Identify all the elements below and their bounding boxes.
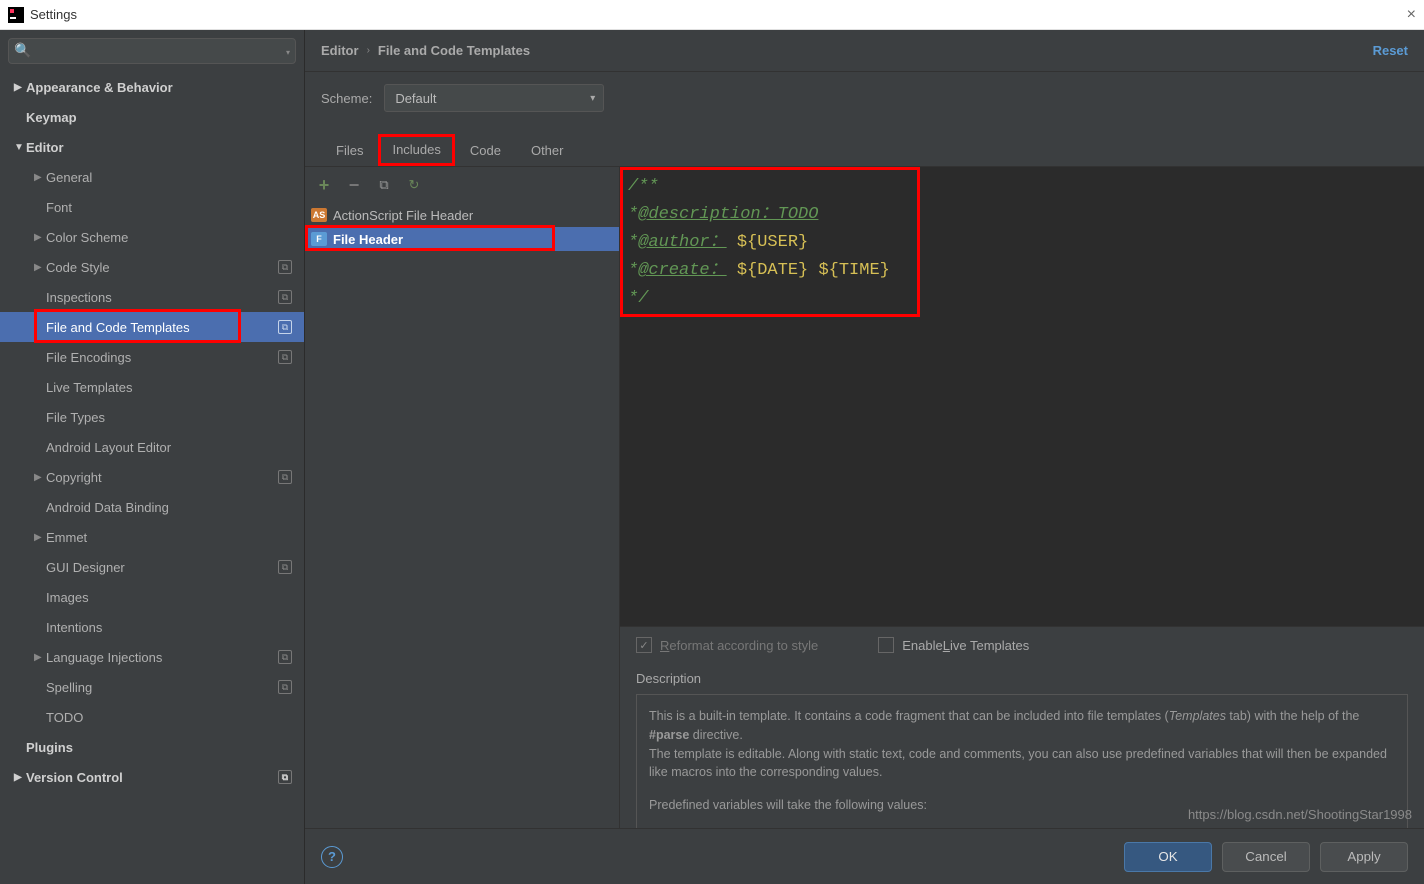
list-item-actionscript[interactable]: AS ActionScript File Header bbox=[305, 203, 619, 227]
breadcrumb-current: File and Code Templates bbox=[378, 43, 530, 58]
list-toolbar: + − ⧉ ↻ bbox=[305, 167, 619, 203]
tree-keymap[interactable]: Keymap bbox=[0, 102, 304, 132]
tree-appearance[interactable]: ▶Appearance & Behavior bbox=[0, 72, 304, 102]
remove-icon[interactable]: − bbox=[345, 176, 363, 194]
tab-includes[interactable]: Includes bbox=[378, 134, 454, 166]
project-badge-icon: ⧉ bbox=[278, 770, 292, 784]
copy-icon[interactable]: ⧉ bbox=[375, 176, 393, 194]
file-icon: F bbox=[311, 232, 327, 246]
project-badge-icon: ⧉ bbox=[278, 560, 292, 574]
search-icon: 🔍 bbox=[14, 42, 31, 59]
tree-code-style[interactable]: ▶Code Style⧉ bbox=[0, 252, 304, 282]
tree-gui-designer[interactable]: GUI Designer⧉ bbox=[0, 552, 304, 582]
settings-sidebar: 🔍 ▾ ▶Appearance & Behavior Keymap ▼Edito… bbox=[0, 30, 305, 884]
help-button[interactable]: ? bbox=[321, 846, 343, 868]
tree-live-templates[interactable]: Live Templates bbox=[0, 372, 304, 402]
project-badge-icon: ⧉ bbox=[278, 320, 292, 334]
titlebar: Settings × bbox=[0, 0, 1424, 30]
breadcrumb-editor[interactable]: Editor bbox=[321, 43, 359, 58]
tree-android-layout-editor[interactable]: Android Layout Editor bbox=[0, 432, 304, 462]
tree-todo[interactable]: TODO bbox=[0, 702, 304, 732]
refresh-icon[interactable]: ↻ bbox=[405, 176, 423, 194]
tree-version-control[interactable]: ▶Version Control⧉ bbox=[0, 762, 304, 792]
tree-inspections[interactable]: Inspections⧉ bbox=[0, 282, 304, 312]
template-list: AS ActionScript File Header F File Heade… bbox=[305, 203, 619, 884]
search-wrapper: 🔍 ▾ bbox=[8, 38, 296, 64]
reformat-checkbox[interactable]: ✓Reformat according to style bbox=[636, 637, 818, 653]
tree-color-scheme[interactable]: ▶Color Scheme bbox=[0, 222, 304, 252]
scheme-row: Scheme: Default bbox=[305, 72, 1424, 124]
tree-emmet[interactable]: ▶Emmet bbox=[0, 522, 304, 552]
search-input[interactable] bbox=[8, 38, 296, 64]
description-text: This is a built-in template. It contains… bbox=[649, 707, 1395, 782]
cancel-button[interactable]: Cancel bbox=[1222, 842, 1310, 872]
project-badge-icon: ⧉ bbox=[278, 260, 292, 274]
tree-android-data-binding[interactable]: Android Data Binding bbox=[0, 492, 304, 522]
tree-font[interactable]: Font bbox=[0, 192, 304, 222]
project-badge-icon: ⧉ bbox=[278, 350, 292, 364]
actionscript-icon: AS bbox=[311, 208, 327, 222]
template-list-panel: + − ⧉ ↻ AS ActionScript File Header F Fi… bbox=[305, 167, 620, 884]
tab-code[interactable]: Code bbox=[455, 134, 516, 166]
project-badge-icon: ⧉ bbox=[278, 470, 292, 484]
apply-button[interactable]: Apply bbox=[1320, 842, 1408, 872]
tree-file-types[interactable]: File Types bbox=[0, 402, 304, 432]
dialog-footer: ? OK Cancel Apply bbox=[305, 828, 1424, 884]
reset-link[interactable]: Reset bbox=[1373, 43, 1408, 58]
settings-content: Editor › File and Code Templates Reset S… bbox=[305, 30, 1424, 884]
template-editor[interactable]: /** *@description：TODO *@author： ${USER}… bbox=[620, 167, 1424, 626]
search-history-icon[interactable]: ▾ bbox=[286, 48, 290, 57]
tree-plugins[interactable]: Plugins bbox=[0, 732, 304, 762]
tab-other[interactable]: Other bbox=[516, 134, 579, 166]
list-item-file-header[interactable]: F File Header bbox=[305, 227, 619, 251]
editor-panel: /** *@description：TODO *@author： ${USER}… bbox=[620, 167, 1424, 884]
enable-live-templates-checkbox[interactable]: Enable Live Templates bbox=[878, 637, 1029, 653]
tree-general[interactable]: ▶General bbox=[0, 162, 304, 192]
description-heading: Description bbox=[620, 663, 1424, 686]
ok-button[interactable]: OK bbox=[1124, 842, 1212, 872]
add-icon[interactable]: + bbox=[315, 176, 333, 194]
tree-editor[interactable]: ▼Editor bbox=[0, 132, 304, 162]
intellij-icon bbox=[8, 7, 24, 23]
tree-images[interactable]: Images bbox=[0, 582, 304, 612]
chevron-right-icon: › bbox=[367, 45, 370, 56]
breadcrumb: Editor › File and Code Templates Reset bbox=[305, 30, 1424, 72]
window-title: Settings bbox=[30, 7, 77, 22]
panels: + − ⧉ ↻ AS ActionScript File Header F Fi… bbox=[305, 167, 1424, 884]
tree-language-injections[interactable]: ▶Language Injections⧉ bbox=[0, 642, 304, 672]
project-badge-icon: ⧉ bbox=[278, 650, 292, 664]
project-badge-icon: ⧉ bbox=[278, 290, 292, 304]
tree-copyright[interactable]: ▶Copyright⧉ bbox=[0, 462, 304, 492]
tree-spelling[interactable]: Spelling⧉ bbox=[0, 672, 304, 702]
tab-files[interactable]: Files bbox=[321, 134, 378, 166]
predefined-vars-heading: Predefined variables will take the follo… bbox=[649, 796, 1395, 815]
scheme-select[interactable]: Default bbox=[384, 84, 604, 112]
tree-file-encodings[interactable]: File Encodings⧉ bbox=[0, 342, 304, 372]
scheme-label: Scheme: bbox=[321, 91, 372, 106]
template-tabs: Files Includes Code Other bbox=[305, 124, 1424, 167]
tree-intentions[interactable]: Intentions bbox=[0, 612, 304, 642]
close-icon[interactable]: × bbox=[1407, 6, 1416, 24]
editor-options: ✓Reformat according to style Enable Live… bbox=[620, 626, 1424, 663]
project-badge-icon: ⧉ bbox=[278, 680, 292, 694]
tree-file-code-templates[interactable]: File and Code Templates⧉ bbox=[0, 312, 304, 342]
settings-tree: ▶Appearance & Behavior Keymap ▼Editor ▶G… bbox=[0, 72, 304, 884]
